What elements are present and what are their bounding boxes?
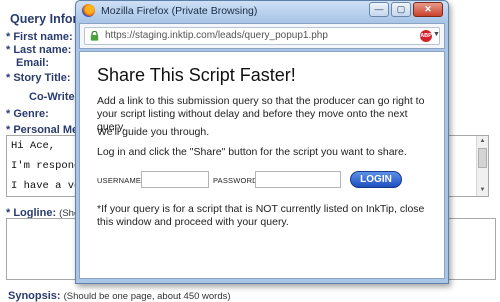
footnote: *If your query is for a script that is N… — [97, 203, 425, 228]
email-label: Email: — [16, 57, 50, 69]
maximize-button[interactable]: ▢ — [391, 2, 411, 17]
guide-paragraph: We'll guide you through. — [97, 126, 210, 138]
window-title: Mozilla Firefox (Private Browsing) — [101, 5, 258, 17]
popup-heading: Share This Script Faster! — [97, 65, 296, 85]
address-bar: https://staging.inktip.com/leads/query_p… — [79, 23, 445, 49]
popup-content: Share This Script Faster! Add a link to … — [79, 51, 445, 279]
first-name-label: * First name: — [6, 31, 73, 43]
login-instruction: Log in and click the "Share" button for … — [97, 146, 407, 158]
password-label: PASSWORD — [213, 176, 258, 185]
scroll-up-icon[interactable]: ▲ — [477, 136, 488, 146]
lock-icon — [90, 31, 99, 41]
synopsis-label-text: Synopsis: — [8, 290, 61, 302]
genre-label: * Genre: — [6, 108, 49, 120]
minimize-button[interactable]: — — [369, 2, 389, 17]
scroll-thumb[interactable] — [478, 148, 487, 168]
window-titlebar[interactable]: Mozilla Firefox (Private Browsing) — ▢ ✕ — [76, 1, 448, 21]
firefox-popup-window[interactable]: Mozilla Firefox (Private Browsing) — ▢ ✕… — [75, 0, 449, 284]
message-scrollbar[interactable]: ▲ ▼ — [476, 136, 488, 196]
synopsis-label: Synopsis: (Should be one page, about 450… — [8, 290, 231, 302]
url-text: https://staging.inktip.com/leads/query_p… — [105, 30, 328, 41]
story-title-label: * Story Title: — [6, 72, 71, 84]
firefox-icon — [82, 4, 95, 17]
close-button[interactable]: ✕ — [413, 2, 443, 17]
url-field[interactable]: https://staging.inktip.com/leads/query_p… — [84, 27, 440, 45]
password-input[interactable] — [255, 171, 341, 188]
chevron-down-icon[interactable]: ▼ — [433, 31, 440, 38]
last-name-label: * Last name: — [6, 44, 72, 56]
login-button[interactable]: LOGIN — [350, 171, 402, 188]
username-label: USERNAME — [97, 176, 142, 185]
username-input[interactable] — [141, 171, 209, 188]
adblock-icon[interactable]: ABP — [420, 30, 432, 42]
login-form: USERNAME PASSWORD LOGIN — [97, 171, 437, 191]
synopsis-hint: (Should be one page, about 450 words) — [63, 291, 231, 302]
scroll-down-icon[interactable]: ▼ — [477, 185, 488, 195]
